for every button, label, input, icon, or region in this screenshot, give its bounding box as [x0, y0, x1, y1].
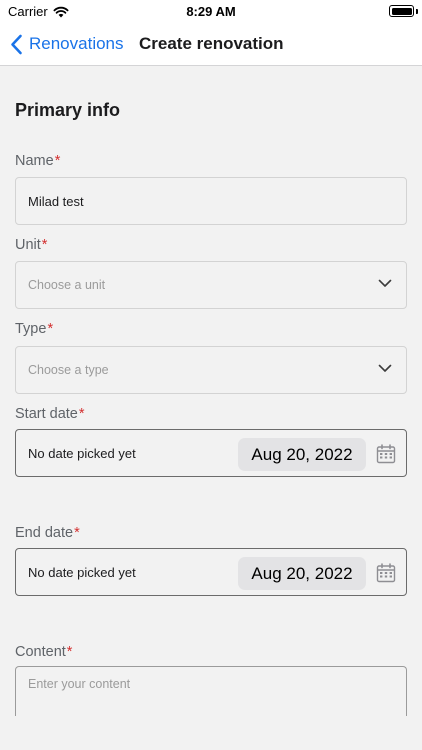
unit-select-placeholder: Choose a unit	[28, 278, 106, 292]
back-button-label: Renovations	[29, 34, 124, 53]
end-date-label-text: End date	[15, 525, 74, 541]
required-mark: *	[47, 321, 54, 337]
status-time: 8:29 AM	[186, 4, 236, 19]
end-date-picker[interactable]: Aug 20, 2022	[238, 557, 366, 590]
type-select-placeholder: Choose a type	[28, 363, 109, 377]
start-date-field: No date picked yet Aug 20, 2022	[15, 429, 407, 477]
content-label-text: Content	[15, 644, 66, 660]
start-date-picker[interactable]: Aug 20, 2022	[238, 438, 366, 471]
section-title: Primary info	[15, 100, 121, 120]
start-date-label-text: Start date	[15, 406, 78, 422]
start-date-hint: No date picked yet	[28, 446, 136, 461]
end-date-label: End date*	[15, 525, 80, 541]
bottom-fade	[0, 716, 422, 750]
name-input-value: Milad test	[28, 194, 84, 209]
chevron-left-icon	[11, 34, 22, 54]
start-date-label: Start date*	[15, 406, 85, 422]
back-button[interactable]: Renovations	[10, 32, 124, 56]
type-select[interactable]: Choose a type	[15, 346, 407, 394]
required-mark: *	[74, 525, 80, 541]
unit-label: Unit*	[15, 237, 47, 253]
screen: Carrier 8:29 AM Renovations Create renov…	[0, 0, 422, 750]
required-mark: *	[66, 644, 73, 660]
chevron-down-icon	[378, 279, 392, 287]
content-textarea-placeholder: Enter your content	[28, 677, 131, 691]
unit-select[interactable]: Choose a unit	[15, 261, 407, 309]
name-label-text: Name	[15, 153, 54, 169]
navigation-bar: Renovations Create renovation	[0, 24, 422, 66]
required-mark: *	[78, 406, 85, 422]
type-label: Type*	[15, 321, 53, 337]
required-mark: *	[54, 153, 61, 169]
calendar-icon[interactable]	[376, 563, 396, 583]
status-bar: Carrier 8:29 AM	[0, 0, 422, 24]
calendar-icon[interactable]	[376, 444, 396, 464]
required-mark: *	[41, 237, 48, 253]
name-input[interactable]: Milad test	[15, 177, 407, 225]
end-date-hint: No date picked yet	[28, 565, 136, 580]
name-label: Name*	[15, 153, 60, 169]
chevron-down-icon	[378, 364, 392, 372]
end-date-field: No date picked yet Aug 20, 2022	[15, 548, 407, 596]
page-title: Create renovation	[139, 34, 284, 53]
content-label: Content*	[15, 644, 72, 660]
battery-icon	[389, 5, 414, 17]
type-label-text: Type	[15, 321, 47, 337]
unit-label-text: Unit	[15, 237, 41, 253]
battery-tip	[416, 9, 418, 14]
